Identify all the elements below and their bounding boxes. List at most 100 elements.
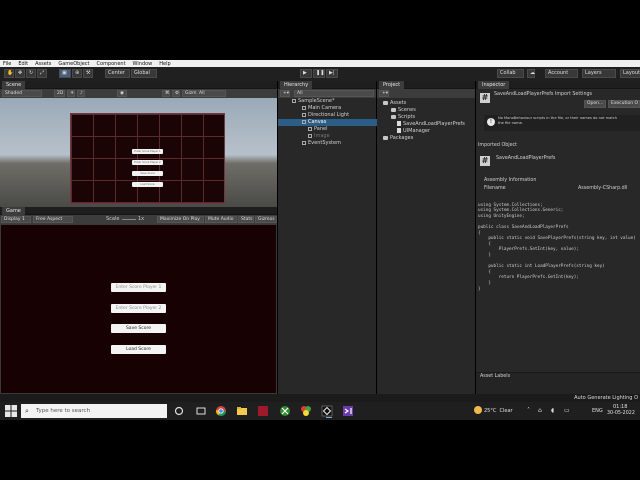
display-dropdown[interactable]: Display 1 (1, 216, 31, 223)
lighting-icon[interactable]: ☀ (67, 90, 75, 97)
load-score-button[interactable]: Load Score (111, 345, 166, 354)
warning-box: ! No MonoBehaviour scripts in the file, … (484, 115, 640, 131)
language-indicator[interactable]: ENG (592, 402, 603, 420)
tree-main-camera[interactable]: Main Camera (302, 105, 376, 112)
aspect-dropdown[interactable]: Free Aspect (33, 216, 73, 223)
clock-time[interactable]: 01:18 (613, 404, 627, 410)
move-tool-icon[interactable]: ✥ (15, 69, 25, 78)
filename-label: Filename (484, 186, 506, 191)
visual-studio-icon[interactable] (342, 405, 354, 417)
rect-tool-icon[interactable]: ▣ (59, 69, 71, 78)
xbox-icon[interactable] (279, 405, 291, 417)
play-icon[interactable]: ▶ (300, 69, 312, 78)
account-dropdown[interactable]: Account (545, 69, 578, 78)
custom-tool-icon[interactable]: ⚒ (83, 69, 93, 78)
task-view-icon[interactable] (173, 405, 185, 417)
unity-icon[interactable] (321, 405, 333, 417)
scene-viewport[interactable]: Enter Score Player 1 Enter Score Player … (0, 98, 277, 207)
tab-hierarchy[interactable]: Hierarchy (280, 81, 313, 89)
menu-gameobject[interactable]: GameObject (58, 61, 89, 67)
execution-order-button[interactable]: Execution O (608, 100, 640, 108)
tree-image[interactable]: Image (308, 133, 376, 140)
hierarchy-tab-label: Hierarchy (284, 82, 309, 88)
hand-tool-icon[interactable]: ✋ (4, 69, 14, 78)
assembly-info-header: Assembly Information (484, 178, 537, 183)
tab-project[interactable]: Project (379, 81, 405, 89)
layout-dropdown[interactable]: Layout (620, 69, 640, 78)
scene-visibility-icon[interactable]: ◉ (117, 90, 127, 97)
project-packages-folder[interactable]: Packages (383, 135, 473, 142)
tools-icon[interactable]: ⚙ (172, 90, 180, 97)
project-assets-folder[interactable]: Assets (383, 100, 473, 107)
file-explorer-icon[interactable] (236, 405, 248, 417)
camera-icon[interactable]: ⌘ (162, 90, 170, 97)
mute-audio-toggle[interactable]: Mute Audio (205, 216, 237, 223)
battery-icon[interactable]: ▭ (564, 402, 570, 420)
player1-score-input[interactable]: Enter Score Player 1 (111, 283, 166, 292)
tree-directional-light[interactable]: Directional Light (302, 112, 376, 119)
menu-help[interactable]: Help (159, 61, 170, 67)
project-script-saveload[interactable]: SaveAndLoadPlayerPrefs (397, 121, 473, 128)
rotate-tool-icon[interactable]: ↻ (26, 69, 36, 78)
tray-chevron-icon[interactable]: ˄ (527, 402, 530, 420)
player2-score-input[interactable]: Enter Score Player 2 (111, 304, 166, 313)
shading-dropdown[interactable]: Shaded (2, 90, 42, 97)
clock-date[interactable]: 30-05-2022 (607, 411, 635, 417)
project-script-uimanager[interactable]: UIManager (397, 128, 473, 135)
maximize-on-play-toggle[interactable]: Maximize On Play (157, 216, 204, 223)
audio-icon[interactable]: ♪ (77, 90, 85, 97)
pivot-toggle[interactable]: Center (105, 69, 130, 78)
collab-label: Collab (500, 70, 516, 76)
step-icon[interactable]: ▶| (326, 69, 338, 78)
tab-game[interactable]: Game (2, 207, 25, 215)
menu-file[interactable]: File (3, 61, 11, 67)
scene-mini-input1: Enter Score Player 1 (132, 149, 163, 154)
windows-start-icon[interactable] (5, 405, 17, 417)
editor-status-bar: Auto Generate Lighting O (0, 394, 640, 402)
layers-dropdown[interactable]: Layers (582, 69, 616, 78)
code-line: using UnityEngine; (478, 213, 525, 219)
project-packages-label: Packages (390, 135, 414, 141)
scale-slider[interactable] (122, 219, 136, 220)
scene-search-input[interactable]: All (196, 90, 226, 97)
menu-window[interactable]: Window (133, 61, 153, 67)
code-line: PlayerPrefs.SetInt(key, value); (478, 247, 579, 253)
open-button[interactable]: Open... (584, 100, 606, 108)
network-icon[interactable]: ⌂ (538, 402, 542, 420)
widgets-icon[interactable] (195, 405, 207, 417)
volume-icon[interactable]: ◖ (551, 402, 554, 420)
tree-scene[interactable]: SampleScene* (292, 98, 376, 105)
scene-tab-label: Scene (6, 82, 22, 88)
hierarchy-search-input[interactable]: All (294, 90, 374, 97)
tree-panel[interactable]: Panel (308, 126, 376, 133)
collab-button[interactable]: Collab (497, 69, 524, 78)
app-multicolor-icon[interactable] (300, 405, 312, 417)
transform-tool-icon[interactable]: ⊕ (72, 69, 82, 78)
cloud-icon[interactable]: ☁ (527, 69, 535, 78)
menu-assets[interactable]: Assets (35, 61, 51, 67)
project-scenes-folder[interactable]: Scenes (391, 107, 473, 114)
stats-toggle[interactable]: Stats (238, 216, 254, 223)
app-red-icon[interactable] (257, 405, 269, 417)
code-line: { (478, 241, 491, 247)
project-add-button[interactable]: +▾ (379, 90, 389, 97)
tree-event-system[interactable]: EventSystem (302, 140, 376, 147)
project-scripts-folder[interactable]: Scripts (391, 114, 473, 121)
save-score-button[interactable]: Save Score (111, 324, 166, 333)
chrome-icon[interactable] (215, 405, 227, 417)
menu-edit[interactable]: Edit (18, 61, 28, 67)
scene-tabbar: Scene (0, 81, 277, 89)
game-gizmos-toggle[interactable]: Gizmos (255, 216, 277, 223)
menu-component[interactable]: Component (97, 61, 126, 67)
pause-icon[interactable]: ❚❚ (313, 69, 325, 78)
tab-inspector[interactable]: Inspector (478, 81, 510, 89)
hierarchy-add-button[interactable]: +▾ (280, 90, 290, 97)
space-toggle[interactable]: Global (131, 69, 157, 78)
mode-2d-toggle[interactable]: 2D (54, 90, 65, 97)
display-label: Display 1 (4, 217, 25, 222)
scale-tool-icon[interactable]: ⤢ (37, 69, 47, 78)
tree-panel-label: Panel (314, 126, 328, 132)
tab-scene[interactable]: Scene (2, 81, 26, 89)
taskbar-search-box[interactable]: ⌕ Type here to search (21, 404, 167, 418)
weather-text[interactable]: 25°C Clear (484, 402, 513, 420)
